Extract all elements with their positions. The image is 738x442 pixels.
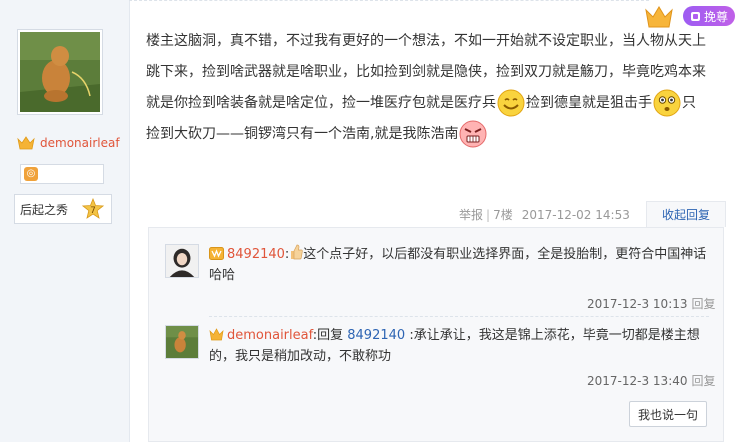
collapse-replies-button[interactable]: 收起回复 (646, 201, 726, 227)
report-link[interactable]: 举报 (459, 206, 483, 223)
reply-list: 8492140: 这个点子好，以后都没有职业选择界面，全是投胎制，更符合中国神话哈… (148, 227, 724, 442)
support-button[interactable]: 挽尊 (683, 6, 735, 26)
reply-avatar[interactable] (165, 325, 199, 359)
post-content: 楼主这脑洞，真不错，不过我有更好的一个想法，不如一开始就不设定职业，当人物从天上… (146, 26, 706, 150)
post-text-2: 捡到德皇就是狙击手 (526, 95, 652, 111)
level-number: 7 (90, 206, 96, 216)
crown-icon (209, 328, 224, 341)
level-star-icon[interactable]: 7 (82, 198, 104, 220)
author-name-line: demonairleaf (17, 136, 120, 150)
reply-body: demonairleaf:回复 8492140 :承让承让，我这是锦上添花，毕竟… (209, 325, 709, 367)
dog-photo (166, 326, 198, 358)
top-divider (129, 0, 649, 1)
post-date: 2017-12-02 14:53 (521, 207, 630, 222)
add-reply-button[interactable]: 我也说一句 (629, 401, 707, 427)
thumb-icon (690, 11, 700, 21)
collapse-label: 收起回复 (661, 208, 710, 222)
reply-avatar[interactable] (165, 244, 199, 278)
medal-box: ◎ (20, 164, 104, 184)
vip-badge-icon (209, 247, 224, 260)
reply-username[interactable]: demonairleaf (227, 328, 313, 343)
surprised-emoji-icon (653, 89, 681, 117)
reply-divider (209, 316, 709, 317)
reply-time: 2017-12-3 10:13 (587, 297, 688, 311)
floor-number: 7楼 (493, 208, 513, 222)
meta-separator: | (486, 207, 491, 222)
add-reply-label: 我也说一句 (637, 407, 698, 422)
reply-username[interactable]: 8492140 (227, 247, 285, 262)
smile-emoji-icon (497, 89, 525, 117)
thumbs-up-emoji-icon (291, 244, 303, 260)
reply-time: 2017-12-3 13:40 (587, 374, 688, 388)
reply-body: 8492140: 这个点子好，以后都没有职业选择界面，全是投胎制，更符合中国神话哈… (209, 244, 709, 286)
author-username[interactable]: demonairleaf (40, 136, 120, 150)
author-avatar[interactable] (17, 29, 103, 115)
reply-prefix: 回复 (317, 328, 344, 343)
level-box: 后起之秀 7 (14, 194, 112, 224)
reply-target-user[interactable]: 8492140 (347, 328, 405, 343)
reply-time-line: 2017-12-3 10:13 回复 (587, 295, 716, 312)
dog-photo (20, 32, 100, 112)
reply-link[interactable]: 回复 (692, 297, 716, 311)
level-name: 后起之秀 (20, 202, 69, 217)
author-sidebar: demonairleaf ◎ 后起之秀 7 (0, 0, 130, 442)
woman-photo (166, 245, 198, 277)
reply-link[interactable]: 回复 (692, 374, 716, 388)
reply-time-line: 2017-12-3 13:40 回复 (587, 372, 716, 389)
angry-emoji-icon (459, 120, 487, 148)
support-label: 挽尊 (703, 9, 728, 24)
post-meta: 举报 | 7楼 2017-12-02 14:53 (459, 206, 630, 223)
crown-icon (17, 136, 35, 150)
medal-icon[interactable]: ◎ (24, 167, 38, 181)
